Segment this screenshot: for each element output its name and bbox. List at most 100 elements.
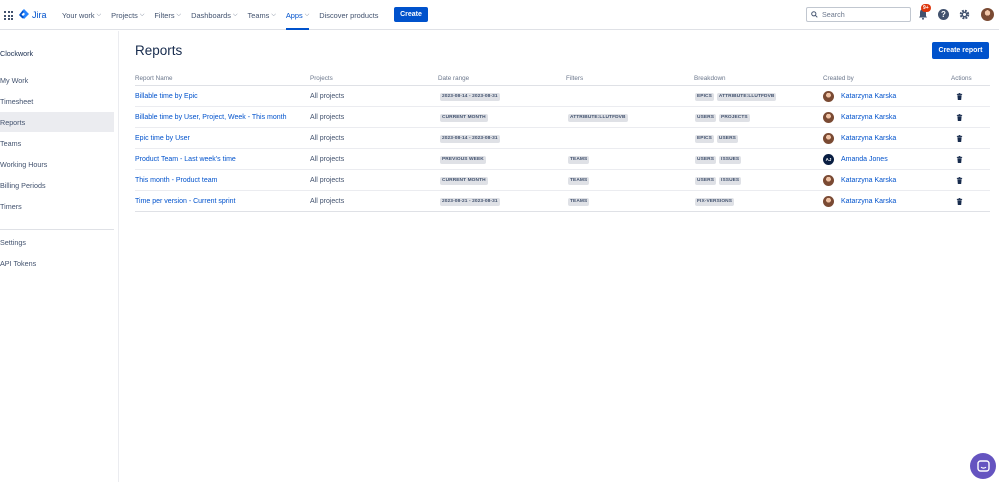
nav-item-label: Your work <box>62 10 95 20</box>
projects-cell: All projects <box>310 156 345 163</box>
reports-table: Report Name Projects Date range Filters Brea… <box>135 72 990 212</box>
report-name-link[interactable]: Epic time by User <box>135 128 190 149</box>
app-switcher-icon[interactable] <box>4 11 13 20</box>
gear-icon[interactable] <box>959 9 970 20</box>
projects-cell: All projects <box>310 93 345 100</box>
table-row: Billable time by User, Project, Week - T… <box>135 107 990 128</box>
jira-logo[interactable]: Jira <box>19 9 47 20</box>
chevron-down-icon: ⌵ <box>304 11 310 18</box>
nav-item-dashboards[interactable]: Dashboards ⌵ <box>191 0 237 30</box>
created-by-cell: AJ Amanda Jones <box>823 149 888 170</box>
trash-icon[interactable] <box>956 156 963 163</box>
report-name-link[interactable]: Product Team - Last week's time <box>135 149 236 170</box>
date-range-cell: 2023-08-21 - 2023-08-31 <box>440 191 503 212</box>
sidebar-item-working-hours[interactable]: Working Hours <box>0 154 114 174</box>
tag-badge: ISSUES <box>719 176 742 185</box>
tag-badge: EPICS <box>695 92 714 101</box>
jira-logo-icon <box>19 9 29 19</box>
sidebar-item-billing-periods[interactable]: Billing Periods <box>0 175 114 195</box>
search-input[interactable]: Search <box>806 7 911 22</box>
nav-item-label: Filters <box>154 10 175 20</box>
nav-item-filters[interactable]: Filters ⌵ <box>154 0 181 30</box>
sidebar-item-api-tokens[interactable]: API Tokens <box>0 253 114 273</box>
actions-cell <box>956 149 963 170</box>
search-placeholder: Search <box>822 10 845 19</box>
table-row: Billable time by Epic All projects 2023-08… <box>135 86 990 107</box>
breakdown-cell: USERS PROJECTS <box>695 107 753 128</box>
sidebar-item-settings[interactable]: Settings <box>0 232 114 252</box>
filters-cell: TEAMS <box>568 149 592 170</box>
nav-item-your-work[interactable]: Your work ⌵ <box>62 0 101 30</box>
report-name-link[interactable]: This month - Product team <box>135 170 217 191</box>
create-report-button[interactable]: Create report <box>932 42 989 59</box>
creator-link[interactable]: Katarzyna Karska <box>841 114 896 121</box>
nav-item-label: Discover products <box>319 10 379 20</box>
sidebar-item-reports[interactable]: Reports <box>0 112 114 132</box>
report-name-link[interactable]: Billable time by User, Project, Week - T… <box>135 107 286 128</box>
sidebar-item-my-work[interactable]: My Work <box>0 70 114 90</box>
creator-link[interactable]: Katarzyna Karska <box>841 135 896 142</box>
nav-item-projects[interactable]: Projects ⌵ <box>111 0 144 30</box>
report-name-link[interactable]: Time per version - Current sprint <box>135 191 236 212</box>
creator-link[interactable]: Katarzyna Karska <box>841 198 896 205</box>
tag-badge: TEAMS <box>568 176 590 185</box>
sidebar-item-teams[interactable]: Teams <box>0 133 114 153</box>
sidebar: Clockwork My Work Timesheet Reports Teams Wo… <box>0 31 119 482</box>
tag-badge: USERS <box>716 134 738 143</box>
help-icon[interactable]: ? <box>938 9 949 20</box>
sidebar-item-timesheet[interactable]: Timesheet <box>0 91 114 111</box>
sidebar-app-name: Clockwork <box>0 49 34 58</box>
column-header: Projects <box>310 75 333 82</box>
column-header: Breakdown <box>694 75 726 82</box>
create-button[interactable]: Create <box>394 7 428 22</box>
chevron-down-icon: ⌵ <box>96 11 102 18</box>
tag-badge: TEAMS <box>568 155 590 164</box>
tag-badge: 2023-08-14 - 2023-08-31 <box>440 134 500 143</box>
logo-text: Jira <box>32 9 47 20</box>
tag-badge: ATTRIBUTE:LLUTFDVB <box>716 92 777 101</box>
table-row: Epic time by User All projects 2023-08-14 … <box>135 128 990 149</box>
chat-icon <box>976 459 990 472</box>
nav-item-teams[interactable]: Teams ⌵ <box>248 0 276 30</box>
created-by-cell: Katarzyna Karska <box>823 191 896 212</box>
nav-item-label: Projects <box>111 10 138 20</box>
tag-badge: 2023-08-14 - 2023-08-31 <box>440 92 500 101</box>
tag-badge: EPICS <box>695 134 714 143</box>
date-range-cell: CURRENT MONTH <box>440 107 491 128</box>
avatar <box>823 196 834 207</box>
created-by-cell: Katarzyna Karska <box>823 170 896 191</box>
avatar <box>823 175 834 186</box>
chevron-down-icon: ⌵ <box>232 11 238 18</box>
column-header: Created by <box>823 75 854 82</box>
user-avatar[interactable] <box>981 8 994 21</box>
date-range-cell: 2023-08-14 - 2023-08-31 <box>440 128 503 149</box>
trash-icon[interactable] <box>956 198 963 205</box>
top-navigation: Jira Your work ⌵ Projects ⌵ Filters ⌵ Dashboar… <box>0 0 999 30</box>
nav-menu: Your work ⌵ Projects ⌵ Filters ⌵ Dashboards ⌵ Te… <box>62 0 388 30</box>
actions-cell <box>956 107 963 128</box>
notification-badge: 9+ <box>921 4 931 12</box>
chevron-down-icon: ⌵ <box>139 11 145 18</box>
creator-link[interactable]: Katarzyna Karska <box>841 177 896 184</box>
filters-cell: TEAMS <box>568 191 592 212</box>
breakdown-cell: FIX-VERSIONS <box>695 191 737 212</box>
projects-cell: All projects <box>310 177 345 184</box>
chat-button[interactable] <box>970 453 996 479</box>
nav-item-discover-products[interactable]: Discover products <box>319 0 378 30</box>
sidebar-item-timers[interactable]: Timers <box>0 196 114 216</box>
trash-icon[interactable] <box>956 135 963 142</box>
nav-item-apps[interactable]: Apps ⌵ <box>285 0 310 30</box>
created-by-cell: Katarzyna Karska <box>823 86 896 107</box>
chevron-down-icon: ⌵ <box>271 11 276 18</box>
creator-link[interactable]: Amanda Jones <box>841 156 888 163</box>
chevron-down-icon: ⌵ <box>176 11 182 18</box>
tag-badge: PREVIOUS WEEK <box>440 155 486 164</box>
actions-cell <box>956 128 963 149</box>
trash-icon[interactable] <box>956 114 963 121</box>
breakdown-cell: USERS ISSUES <box>695 170 744 191</box>
report-name-link[interactable]: Billable time by Epic <box>135 86 198 107</box>
creator-link[interactable]: Katarzyna Karska <box>841 93 896 100</box>
trash-icon[interactable] <box>956 93 963 100</box>
trash-icon[interactable] <box>956 177 963 184</box>
tag-badge: USERS <box>695 113 717 122</box>
